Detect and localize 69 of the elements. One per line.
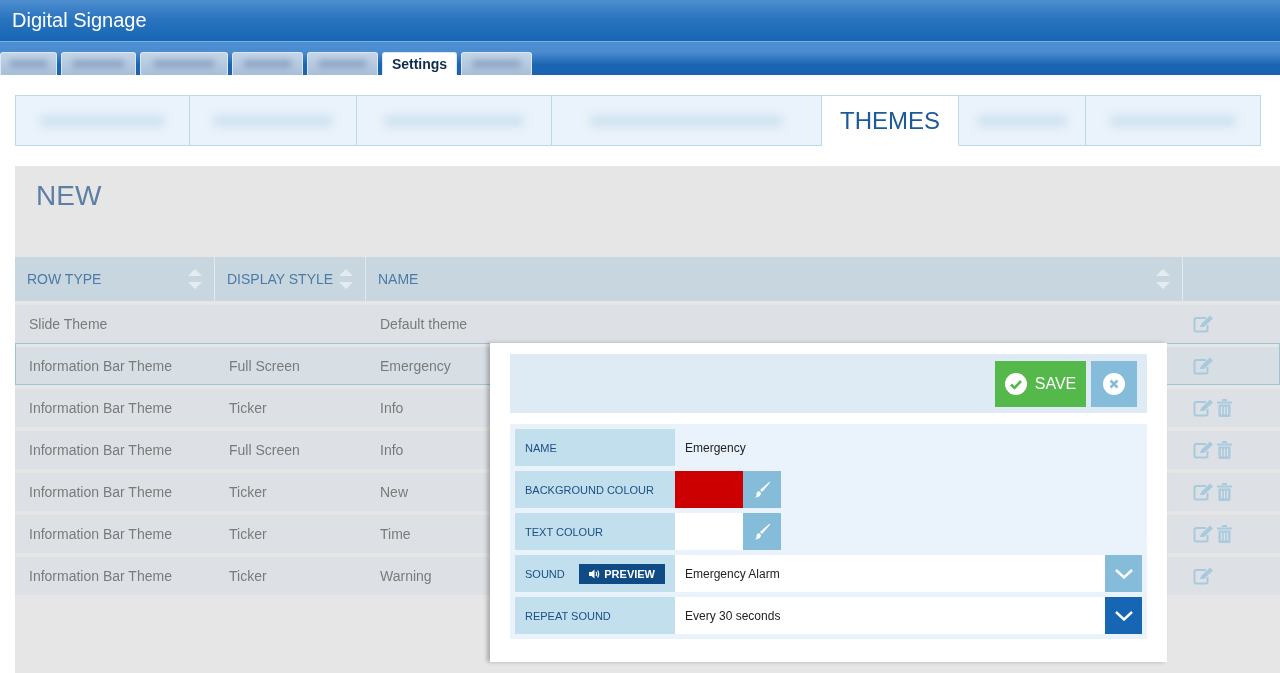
nav-tab[interactable]: Settings: [382, 52, 457, 75]
table-cell: Emergency: [380, 358, 451, 374]
table-cell: Information Bar Theme: [29, 358, 172, 374]
table-cell: Information Bar Theme: [29, 484, 172, 500]
table-cell: Information Bar Theme: [29, 526, 172, 542]
table-cell: Information Bar Theme: [29, 400, 172, 416]
table-cell: Ticker: [229, 400, 267, 416]
dropdown-field[interactable]: Every 30 seconds: [675, 597, 1142, 634]
edit-icon[interactable]: [1193, 525, 1215, 543]
colour-swatch[interactable]: [675, 471, 743, 508]
sort-icon: [1156, 266, 1170, 292]
check-icon: [1004, 372, 1027, 395]
section-tab[interactable]: [1086, 95, 1261, 146]
trash-icon[interactable]: [1217, 399, 1232, 417]
close-button[interactable]: [1091, 360, 1137, 407]
nav-tab[interactable]: [307, 52, 378, 75]
field-label: TEXT COLOUR: [525, 525, 604, 538]
table-cell: Slide Theme: [29, 316, 108, 332]
table-cell: Info: [380, 400, 404, 416]
section-tab[interactable]: [190, 95, 357, 146]
nav-tab[interactable]: [232, 52, 303, 75]
name-value[interactable]: Emergency: [675, 440, 746, 455]
field-label: BACKGROUND COLOUR: [525, 483, 654, 496]
edit-icon[interactable]: [1193, 399, 1215, 417]
colour-picker-button[interactable]: [743, 471, 781, 508]
table-cell: New: [380, 484, 408, 500]
colour-picker-button[interactable]: [743, 513, 781, 550]
section-tab[interactable]: [959, 95, 1086, 146]
table-cell: Ticker: [229, 526, 267, 542]
section-title: NEW: [36, 180, 102, 212]
sort-icon: [339, 266, 353, 292]
table-cell: Information Bar Theme: [29, 442, 172, 458]
field-label: NAME: [525, 441, 557, 454]
table-cell: Ticker: [229, 568, 267, 584]
sort-icon: [188, 266, 202, 292]
edit-icon[interactable]: [1193, 483, 1215, 501]
table-cell: Time: [380, 526, 411, 542]
table-cell: Info: [380, 442, 404, 458]
table-cell: Full Screen: [229, 358, 300, 374]
field-label: SOUND: [525, 567, 565, 580]
table-cell: Ticker: [229, 484, 267, 500]
dropdown-field[interactable]: Emergency Alarm: [675, 555, 1142, 592]
nav-tab[interactable]: [140, 52, 228, 75]
trash-icon[interactable]: [1217, 441, 1232, 459]
table-cell: Full Screen: [229, 442, 300, 458]
section-tab[interactable]: [552, 95, 822, 146]
close-icon: [1103, 372, 1125, 395]
app-title: Digital Signage: [12, 9, 147, 32]
table-cell: Default theme: [380, 316, 468, 332]
table-cell: Warning: [380, 568, 432, 584]
edit-icon[interactable]: [1193, 441, 1215, 459]
brush-icon: [753, 480, 771, 499]
section-tab[interactable]: [357, 95, 552, 146]
nav-tab[interactable]: [61, 52, 136, 75]
table-cell: Information Bar Theme: [29, 568, 172, 584]
trash-icon[interactable]: [1217, 525, 1232, 543]
preview-button[interactable]: PREVIEW: [579, 563, 665, 584]
colour-swatch[interactable]: [675, 513, 743, 550]
nav-tab[interactable]: [0, 52, 57, 75]
section-tab[interactable]: [15, 95, 190, 146]
field-label: REPEAT SOUND: [525, 609, 611, 622]
edit-icon[interactable]: [1193, 567, 1215, 585]
section-tab[interactable]: THEMES: [822, 95, 959, 146]
nav-tab[interactable]: [461, 52, 532, 75]
edit-icon[interactable]: [1193, 315, 1215, 333]
speaker-icon: [589, 568, 601, 579]
edit-icon[interactable]: [1193, 357, 1215, 375]
trash-icon[interactable]: [1217, 483, 1232, 501]
brush-icon: [753, 522, 771, 541]
